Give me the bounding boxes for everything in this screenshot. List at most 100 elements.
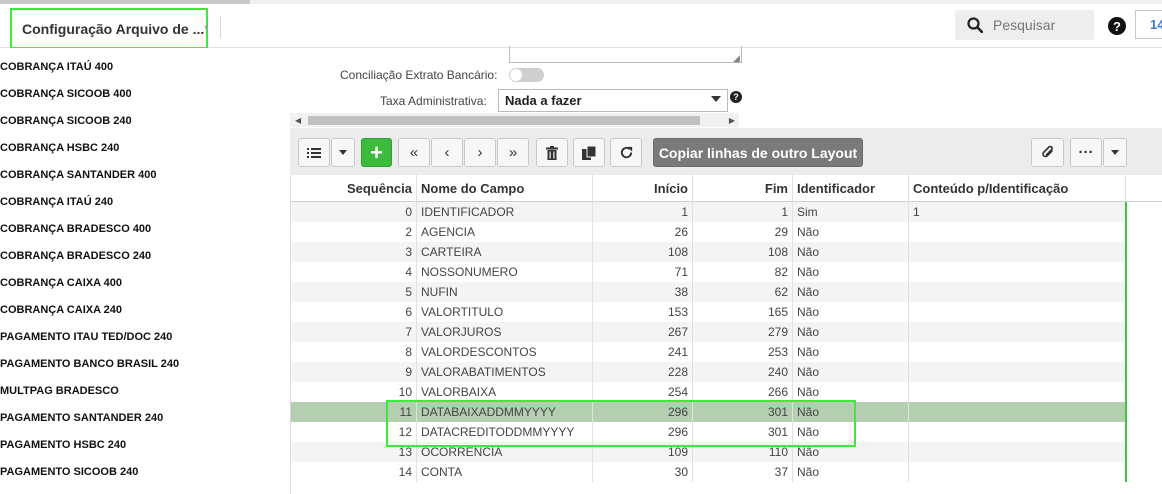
resize-handle-icon[interactable]: ◢: [733, 53, 740, 64]
cell-seq: 7: [291, 322, 417, 342]
scroll-left-icon[interactable]: ◀: [295, 116, 301, 125]
cell-nome: VALORDESCONTOS: [417, 342, 593, 362]
cell-conteudo: [909, 462, 1126, 482]
search-box[interactable]: Pesquisar: [955, 10, 1094, 40]
table-row[interactable]: 8 VALORDESCONTOS 241 253 Não: [291, 342, 1126, 362]
column-header-fim[interactable]: Fim: [693, 175, 793, 202]
tab-collapse-icon[interactable]: ‹: [204, 18, 209, 35]
sidebar-item[interactable]: COBRANÇA CAIXA 240: [0, 304, 122, 316]
cell-nome: NUFIN: [417, 282, 593, 302]
conciliacao-label: Conciliação Extrato Bancário:: [340, 68, 498, 82]
sidebar-item[interactable]: PAGAMENTO HSBC 240: [0, 439, 126, 451]
grid-header: Sequência Nome do Campo Início Fim Ident…: [291, 175, 1162, 202]
table-row[interactable]: 3 CARTEIRA 108 108 Não: [291, 242, 1126, 262]
cell-seq: 2: [291, 222, 417, 242]
sidebar-item[interactable]: PAGAMENTO ITAU TED/DOC 240: [0, 331, 172, 343]
tab-configuracao-arquivo[interactable]: Configuração Arquivo de ...: [10, 8, 208, 49]
table-row[interactable]: 5 NUFIN 38 62 Não: [291, 282, 1126, 302]
observacao-textarea[interactable]: [509, 46, 742, 63]
list-view-dropdown[interactable]: [331, 138, 355, 167]
grid-edge-marker: [1125, 202, 1127, 482]
sidebar-item[interactable]: PAGAMENTO BANCO BRASIL 240: [0, 358, 179, 370]
table-row[interactable]: 9 VALORABATIMENTOS 228 240 Não: [291, 362, 1126, 382]
column-header-identificador[interactable]: Identificador: [793, 175, 909, 202]
page-number-field[interactable]: 14: [1135, 10, 1162, 39]
add-button[interactable]: +: [361, 138, 392, 167]
table-row[interactable]: 4 NOSSONUMERO 71 82 Não: [291, 262, 1126, 282]
chevron-down-icon: [339, 150, 347, 155]
table-row[interactable]: 10 VALORBAIXA 254 266 Não: [291, 382, 1126, 402]
column-header-conteudo[interactable]: Conteúdo p/Identificação: [909, 175, 1126, 202]
taxa-select[interactable]: Nada a fazer: [498, 89, 728, 112]
help-icon[interactable]: ?: [1108, 17, 1126, 35]
chevron-right-icon: ›: [477, 144, 483, 161]
last-record-button[interactable]: »: [497, 138, 529, 167]
refresh-button[interactable]: [610, 138, 642, 167]
cell-seq: 9: [291, 362, 417, 382]
table-row[interactable]: 0 IDENTIFICADOR 1 1 Sim 1: [291, 202, 1126, 222]
attach-button[interactable]: [1031, 138, 1064, 167]
chevron-down-icon: [711, 96, 721, 102]
cell-conteudo: [909, 342, 1126, 362]
cell-fim: 240: [693, 362, 793, 382]
sidebar-item[interactable]: COBRANÇA BRADESCO 400: [0, 223, 151, 235]
conciliacao-toggle[interactable]: [509, 68, 544, 82]
column-header-nome-campo[interactable]: Nome do Campo: [417, 175, 593, 202]
cell-nome: VALORTITULO: [417, 302, 593, 322]
layout-sidebar: COBRANÇA ITAÚ 400 COBRANÇA SICOOB 400 COBR…: [0, 48, 278, 494]
cell-ident: Não: [793, 462, 909, 482]
column-header-sequencia[interactable]: Sequência: [291, 175, 417, 202]
grid-toolbar: + « ‹ › » Copiar linhas de outro Layout …: [290, 128, 1162, 175]
more-options-button[interactable]: ···: [1070, 138, 1102, 167]
sidebar-item[interactable]: COBRANÇA BRADESCO 240: [0, 250, 151, 262]
list-icon: [307, 147, 321, 158]
sidebar-item[interactable]: COBRANÇA ITAÚ 240: [0, 196, 113, 208]
sidebar-item[interactable]: COBRANÇA HSBC 240: [0, 142, 119, 154]
next-record-button[interactable]: ›: [464, 138, 496, 167]
sidebar-item[interactable]: COBRANÇA SICOOB 240: [0, 115, 132, 127]
cell-inicio: 1: [593, 202, 693, 222]
help-icon[interactable]: ?: [730, 91, 742, 103]
copy-lines-button[interactable]: Copiar linhas de outro Layout: [653, 138, 863, 167]
horizontal-scrollbar[interactable]: ◀ ▶: [290, 113, 739, 127]
sidebar-item[interactable]: COBRANÇA CAIXA 400: [0, 277, 122, 289]
cell-conteudo: [909, 242, 1126, 262]
tab-title: Configuração Arquivo de ...: [22, 20, 205, 37]
previous-record-button[interactable]: ‹: [431, 138, 463, 167]
first-record-button[interactable]: «: [398, 138, 430, 167]
cell-fim: 37: [693, 462, 793, 482]
list-view-button[interactable]: [298, 138, 330, 167]
more-options-dropdown[interactable]: [1103, 138, 1127, 167]
cell-ident: Não: [793, 322, 909, 342]
app-header: Configuração Arquivo de ... ‹ Pesquisar …: [0, 4, 1162, 49]
cell-fim: 165: [693, 302, 793, 322]
cell-ident: Não: [793, 302, 909, 322]
delete-button[interactable]: [536, 138, 568, 167]
cell-conteudo: [909, 222, 1126, 242]
cell-inicio: 108: [593, 242, 693, 262]
sidebar-item[interactable]: COBRANÇA ITAÚ 400: [0, 61, 113, 73]
cell-inicio: 26: [593, 222, 693, 242]
cell-ident: Não: [793, 222, 909, 242]
cell-ident: Não: [793, 362, 909, 382]
chevron-left-icon: ‹: [444, 144, 450, 161]
sidebar-item[interactable]: MULTPAG BRADESCO: [0, 385, 119, 397]
duplicate-button[interactable]: [573, 138, 605, 167]
sidebar-item[interactable]: PAGAMENTO SANTANDER 240: [0, 412, 163, 424]
sidebar-item[interactable]: COBRANÇA SICOOB 400: [0, 88, 132, 100]
scroll-right-icon[interactable]: ▶: [729, 116, 735, 125]
cell-seq: 8: [291, 342, 417, 362]
column-header-inicio[interactable]: Início: [593, 175, 693, 202]
sidebar-item[interactable]: PAGAMENTO SICOOB 240: [0, 466, 138, 478]
table-row[interactable]: 14 CONTA 30 37 Não: [291, 462, 1126, 482]
cell-conteudo: [909, 262, 1126, 282]
table-row[interactable]: 7 VALORJUROS 267 279 Não: [291, 322, 1126, 342]
scrollbar-thumb[interactable]: [308, 116, 700, 125]
cell-conteudo: [909, 322, 1126, 342]
cell-conteudo: [909, 362, 1126, 382]
ellipsis-icon: ···: [1078, 144, 1094, 161]
sidebar-item[interactable]: COBRANÇA SANTANDER 400: [0, 169, 156, 181]
table-row[interactable]: 6 VALORTITULO 153 165 Não: [291, 302, 1126, 322]
cell-nome: VALORABATIMENTOS: [417, 362, 593, 382]
table-row[interactable]: 2 AGENCIA 26 29 Não: [291, 222, 1126, 242]
